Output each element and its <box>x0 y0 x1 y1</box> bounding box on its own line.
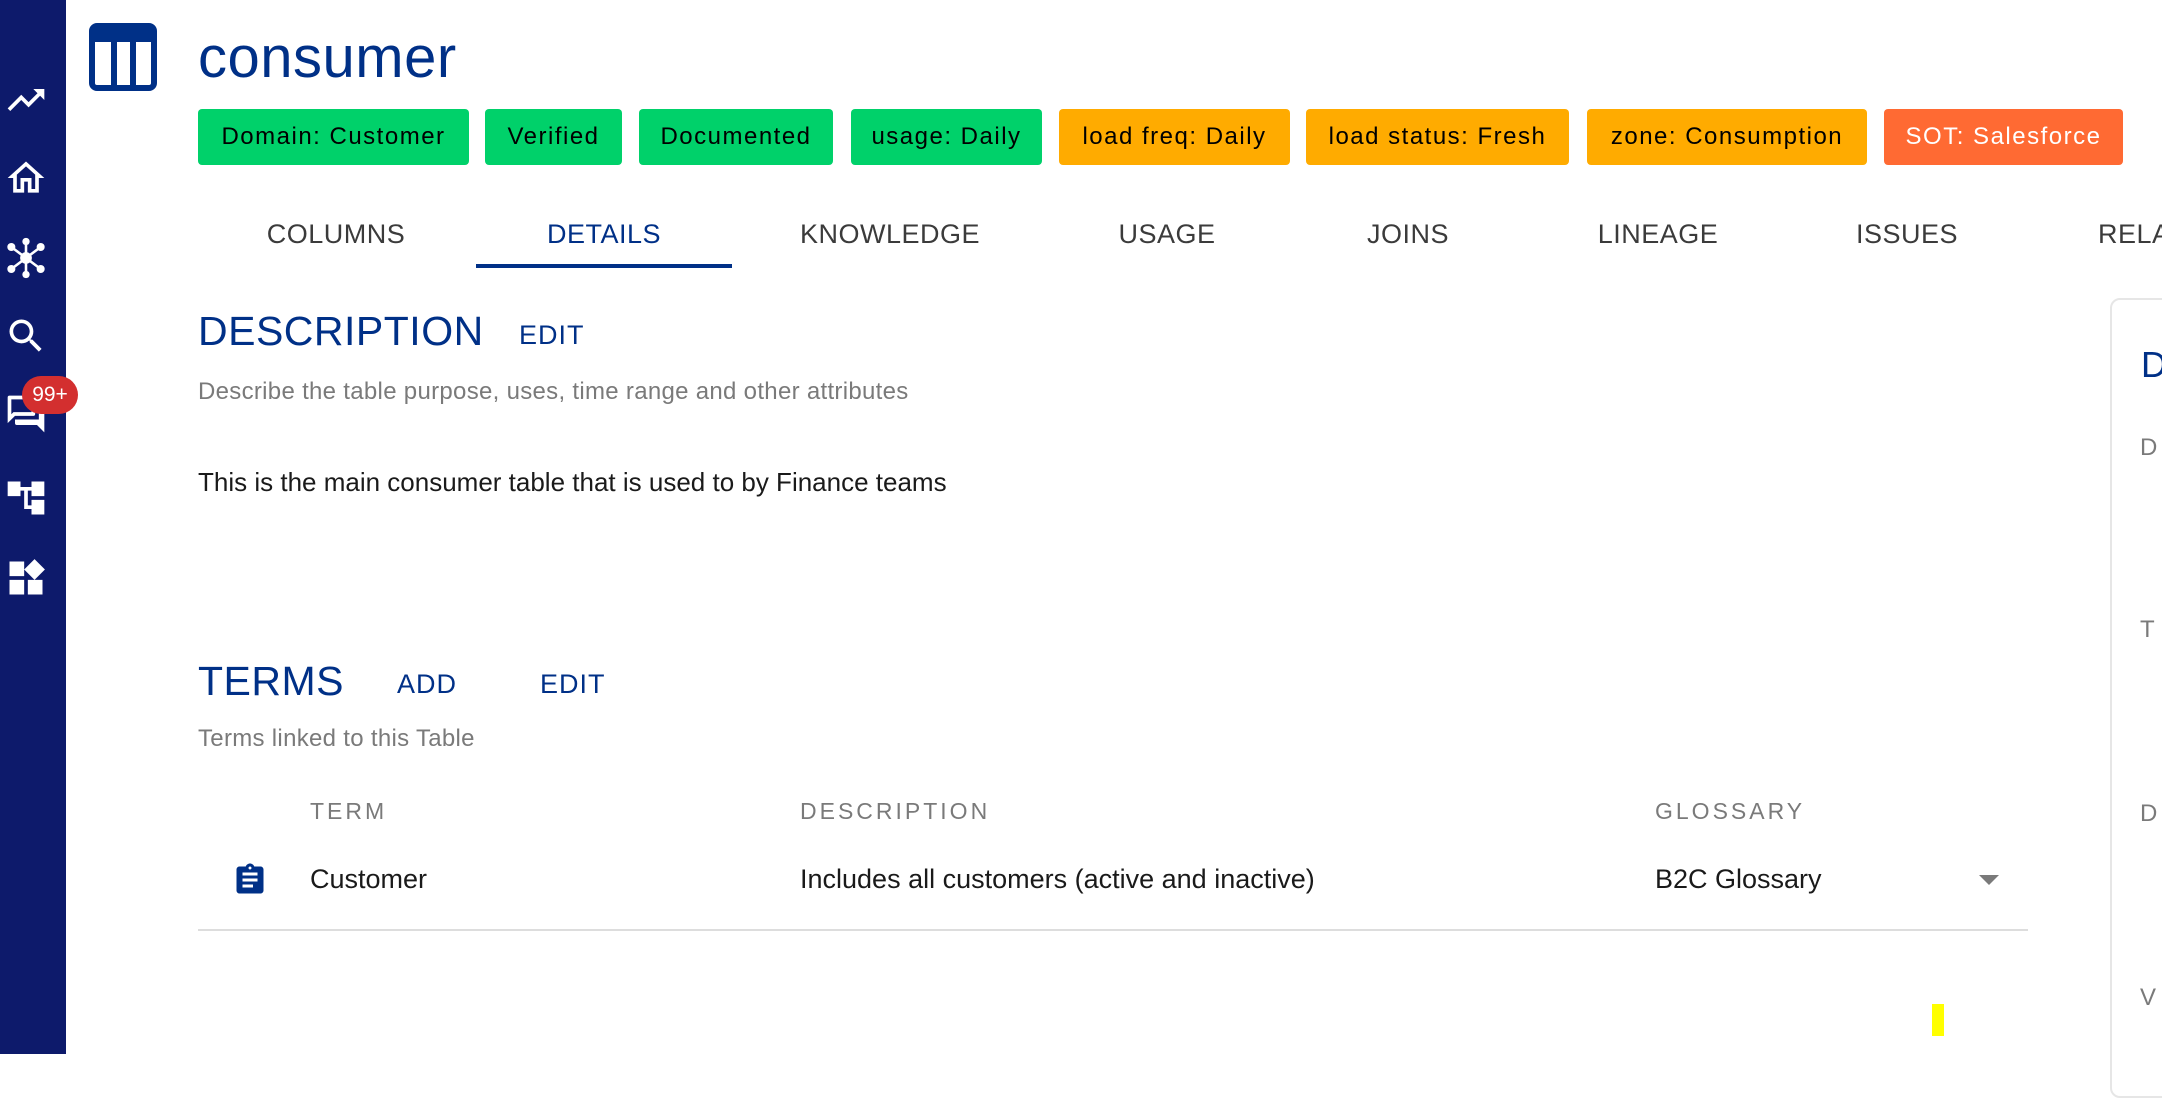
clipboard-icon <box>236 863 264 894</box>
term-name[interactable]: Customer <box>310 864 427 895</box>
side-panel-title: D <box>2141 344 2162 385</box>
sidebar: 99+ <box>0 0 78 1054</box>
terms-subtitle: Terms linked to this Table <box>198 725 475 752</box>
tag-sot[interactable]: SOT: Salesforce <box>1884 109 2123 165</box>
network-icon[interactable] <box>4 236 48 280</box>
active-tab-indicator <box>476 264 732 268</box>
tag-usage[interactable]: usage: Daily <box>851 109 1042 165</box>
tab-related[interactable]: RELA <box>2098 202 2162 266</box>
terms-add-button[interactable]: ADD <box>397 669 457 700</box>
term-glossary: B2C Glossary <box>1655 864 1822 894</box>
tag-verified[interactable]: Verified <box>485 109 622 165</box>
side-panel-label: T <box>2140 616 2155 643</box>
tag-documented[interactable]: Documented <box>639 109 833 165</box>
tag-load-status[interactable]: load status: Fresh <box>1306 109 1569 165</box>
tab-lineage[interactable]: LINEAGE <box>1586 202 1730 266</box>
tab-details[interactable]: DETAILS <box>476 202 732 266</box>
dashboard-icon[interactable] <box>4 556 48 600</box>
column-header-description: DESCRIPTION <box>800 798 991 824</box>
term-description: Includes all customers (active and inact… <box>800 864 1315 894</box>
table-icon <box>89 23 157 91</box>
tag-domain[interactable]: Domain: Customer <box>198 109 469 165</box>
side-panel-label: D <box>2140 434 2158 461</box>
description-title: DESCRIPTION <box>198 308 484 354</box>
tab-usage[interactable]: USAGE <box>1090 202 1244 266</box>
description-subtitle: Describe the table purpose, uses, time r… <box>198 378 909 405</box>
home-icon[interactable] <box>4 156 48 200</box>
tab-joins[interactable]: JOINS <box>1346 202 1470 266</box>
chevron-down-icon[interactable] <box>1976 872 2002 888</box>
description-text[interactable]: This is the main consumer table that is … <box>198 467 947 498</box>
search-icon[interactable] <box>4 314 48 358</box>
tab-issues[interactable]: ISSUES <box>1842 202 1972 266</box>
page-title: consumer <box>198 25 457 90</box>
notification-badge: 99+ <box>22 376 78 414</box>
tag-load-freq[interactable]: load freq: Daily <box>1059 109 1290 165</box>
row-divider <box>198 929 2028 931</box>
side-panel-label: V <box>2140 984 2157 1011</box>
description-edit-button[interactable]: EDIT <box>519 320 585 351</box>
tag-zone[interactable]: zone: Consumption <box>1587 109 1867 165</box>
trending-up-icon[interactable] <box>4 78 48 122</box>
terms-edit-button[interactable]: EDIT <box>540 669 606 700</box>
side-panel-label: D <box>2140 800 2158 827</box>
column-header-term: TERM <box>310 798 388 824</box>
side-panel <box>2110 298 2162 1098</box>
tab-knowledge[interactable]: KNOWLEDGE <box>780 202 1000 266</box>
tab-columns[interactable]: COLUMNS <box>246 202 426 266</box>
hierarchy-icon[interactable] <box>4 476 48 520</box>
terms-title: TERMS <box>198 658 344 704</box>
cursor-marker <box>1932 1004 1944 1036</box>
column-header-glossary: GLOSSARY <box>1655 798 1806 824</box>
